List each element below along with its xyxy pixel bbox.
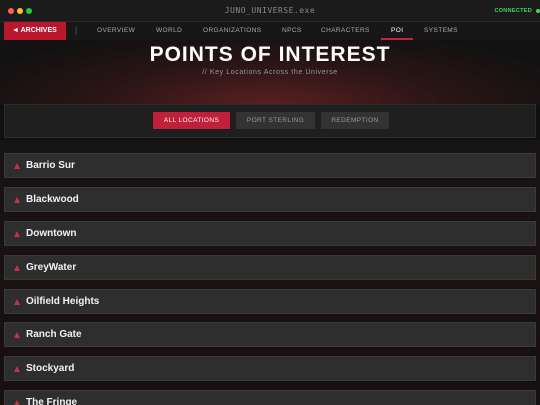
triangle-icon <box>14 265 20 271</box>
nav-characters[interactable]: CHARACTERS <box>321 22 370 40</box>
page-header: POINTS OF INTEREST // Key Locations Acro… <box>0 40 540 105</box>
status-indicator-icon <box>536 9 540 13</box>
nav-separator: | <box>75 25 78 35</box>
location-name: Oilfield Heights <box>26 296 100 307</box>
location-item-stockyard[interactable]: Stockyard <box>4 356 536 381</box>
location-item-the-fringe[interactable]: The Fringe <box>4 390 536 405</box>
filter-redemption[interactable]: REDEMPTION <box>321 112 389 129</box>
nav-overview[interactable]: OVERVIEW <box>97 22 135 40</box>
archives-button[interactable]: ◄ ARCHIVES <box>4 22 66 40</box>
page-title: POINTS OF INTEREST <box>149 43 391 66</box>
page-subtitle: // Key Locations Across the Universe <box>202 69 338 76</box>
connection-status: CONNECTED <box>494 8 532 14</box>
location-item-downtown[interactable]: Downtown <box>4 221 536 246</box>
location-name: Blackwood <box>26 194 79 205</box>
location-item-blackwood[interactable]: Blackwood <box>4 187 536 212</box>
location-name: Ranch Gate <box>26 329 82 340</box>
triangle-icon <box>14 163 20 169</box>
location-name: Downtown <box>26 228 77 239</box>
filter-port-sterling[interactable]: PORT STERLING <box>236 112 315 129</box>
location-name: The Fringe <box>26 397 78 405</box>
nav-world[interactable]: WORLD <box>156 22 182 40</box>
triangle-icon <box>14 366 20 372</box>
nav-npcs[interactable]: NPCS <box>282 22 302 40</box>
location-name: GreyWater <box>26 262 77 273</box>
location-name: Barrio Sur <box>26 160 75 171</box>
window-title: JUNO_UNIVERSE.exe <box>224 6 316 15</box>
window-titlebar: JUNO_UNIVERSE.exe CONNECTED <box>0 0 540 22</box>
main-nav: ◄ ARCHIVES | OVERVIEW WORLD ORGANIZATION… <box>0 22 540 40</box>
location-name: Stockyard <box>26 363 75 374</box>
filter-all-locations[interactable]: ALL LOCATIONS <box>153 112 230 129</box>
triangle-icon <box>14 400 20 405</box>
triangle-icon <box>14 197 20 203</box>
nav-systems[interactable]: SYSTEMS <box>424 22 458 40</box>
triangle-icon <box>14 231 20 237</box>
triangle-icon <box>14 332 20 338</box>
location-item-greywater[interactable]: GreyWater <box>4 255 536 280</box>
location-list: Barrio Sur Blackwood Downtown GreyWater … <box>0 140 540 405</box>
nav-organizations[interactable]: ORGANIZATIONS <box>203 22 262 40</box>
location-item-ranch-gate[interactable]: Ranch Gate <box>4 322 536 347</box>
location-filter-bar: ALL LOCATIONS PORT STERLING REDEMPTION <box>4 104 536 138</box>
location-item-oilfield-heights[interactable]: Oilfield Heights <box>4 289 536 314</box>
triangle-icon <box>14 299 20 305</box>
location-item-barrio-sur[interactable]: Barrio Sur <box>4 153 536 178</box>
